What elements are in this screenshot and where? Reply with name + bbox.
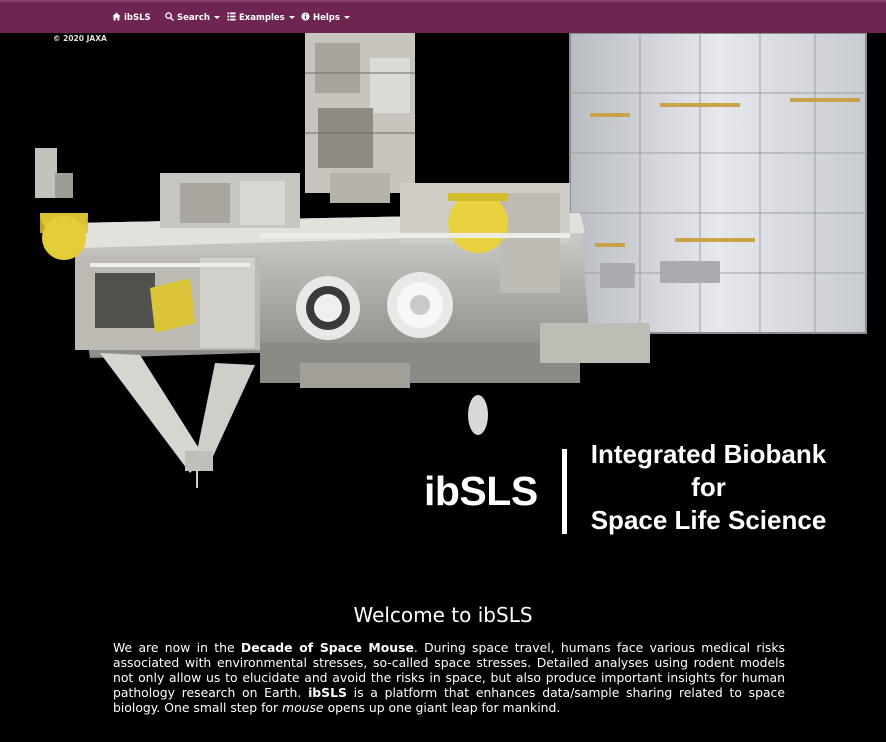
space-station-image — [35, 33, 867, 488]
logo-full-name: Integrated Biobank for Space Life Scienc… — [576, 438, 841, 537]
welcome-title: Welcome to ibSLS — [353, 603, 533, 627]
nav-home[interactable]: ibSLS — [112, 2, 151, 33]
nav-helps-label: Helps — [313, 12, 340, 23]
logo-line-1: Integrated Biobank — [590, 439, 827, 469]
nav-search-label: Search — [177, 12, 210, 23]
intro-text-4: opens up one giant leap for mankind. — [323, 700, 561, 715]
copyright-text: © 2020 JAXA — [53, 34, 107, 43]
list-icon — [227, 11, 236, 24]
intro-paragraph: We are now in the Decade of Space Mouse.… — [113, 640, 785, 715]
chevron-down-icon — [288, 16, 295, 19]
chevron-down-icon — [343, 16, 350, 19]
intro-italic: mouse — [282, 700, 324, 715]
logo-line-2: for — [691, 472, 726, 502]
top-navbar: ibSLS Search Examples Helps — [0, 0, 886, 33]
nav-examples[interactable]: Examples — [227, 2, 295, 33]
nav-helps[interactable]: Helps — [301, 2, 350, 33]
search-icon — [165, 11, 174, 24]
nav-home-label: ibSLS — [124, 12, 151, 23]
intro-bold-2: ibSLS — [308, 685, 347, 700]
info-icon — [301, 11, 310, 24]
logo-short: ibSLS — [424, 468, 538, 514]
logo-divider — [562, 449, 567, 534]
logo-line-3: Space Life Science — [590, 505, 827, 535]
nav-search[interactable]: Search — [165, 2, 220, 33]
intro-text-1: We are now in the — [113, 640, 241, 655]
nav-examples-label: Examples — [239, 12, 285, 23]
chevron-down-icon — [213, 16, 220, 19]
intro-bold-1: Decade of Space Mouse — [240, 640, 414, 655]
home-icon — [112, 11, 121, 24]
